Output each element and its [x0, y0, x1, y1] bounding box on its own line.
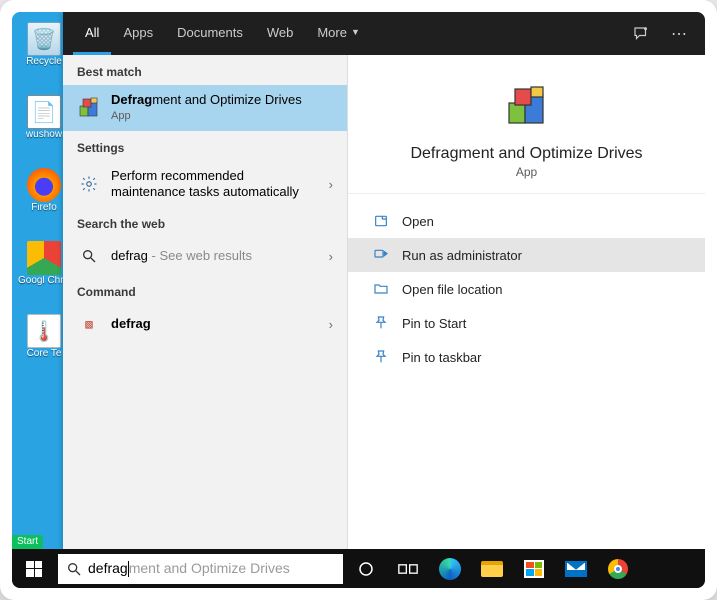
search-icon [77, 244, 101, 268]
taskbar-app-chrome[interactable] [597, 549, 639, 588]
more-options-icon[interactable]: ⋯ [663, 12, 695, 55]
folder-icon [372, 280, 390, 298]
taskbar-app-edge[interactable] [429, 549, 471, 588]
chevron-right-icon: › [329, 249, 333, 264]
defrag-icon-large [503, 83, 551, 131]
action-open-file-location[interactable]: Open file location [348, 272, 705, 306]
defrag-icon [77, 96, 101, 120]
taskbar-task-view[interactable] [387, 549, 429, 588]
search-filter-tabs: All Apps Documents Web More▼ ⋯ [63, 12, 705, 55]
search-input[interactable]: defragment and Optimize Drives [88, 560, 335, 577]
start-button[interactable] [12, 549, 56, 588]
tab-web[interactable]: Web [255, 12, 306, 55]
result-command-defrag[interactable]: ▧ defrag › [63, 305, 347, 343]
taskbar: defragment and Optimize Drives [12, 549, 705, 588]
tab-documents[interactable]: Documents [165, 12, 255, 55]
result-settings-maintenance[interactable]: Perform recommended maintenance tasks au… [63, 161, 347, 207]
admin-shield-icon [372, 246, 390, 264]
taskbar-app-mail[interactable] [555, 549, 597, 588]
run-command-icon: ▧ [77, 312, 101, 336]
open-icon [372, 212, 390, 230]
action-pin-to-taskbar[interactable]: Pin to taskbar [348, 340, 705, 374]
section-header-best-match: Best match [63, 55, 347, 85]
taskbar-app-store[interactable] [513, 549, 555, 588]
section-header-web: Search the web [63, 207, 347, 237]
firefox-icon [27, 168, 61, 202]
result-preview-pane: Defragment and Optimize Drives App Open … [347, 12, 705, 549]
results-list: Best match Defragment and Optimize Drive… [63, 12, 347, 549]
chrome-icon [27, 241, 61, 275]
preview-title: Defragment and Optimize Drives [410, 145, 642, 163]
action-run-as-admin[interactable]: Run as administrator [348, 238, 705, 272]
feedback-icon[interactable] [625, 12, 657, 55]
action-pin-to-start[interactable]: Pin to Start [348, 306, 705, 340]
result-best-match[interactable]: Defragment and Optimize Drives App [63, 85, 347, 131]
taskbar-search-box[interactable]: defragment and Optimize Drives [58, 554, 343, 584]
tab-apps[interactable]: Apps [111, 12, 165, 55]
taskbar-cortana[interactable] [345, 549, 387, 588]
file-icon: 📄 [27, 95, 61, 129]
taskbar-app-explorer[interactable] [471, 549, 513, 588]
search-icon [66, 561, 82, 577]
section-header-command: Command [63, 275, 347, 305]
chevron-down-icon: ▼ [351, 27, 360, 37]
result-web-search[interactable]: defrag - See web results › [63, 237, 347, 275]
tab-more[interactable]: More▼ [305, 12, 372, 55]
recycle-bin-icon: 🗑️ [27, 22, 61, 56]
pin-icon [372, 348, 390, 366]
preview-subtitle: App [516, 165, 537, 179]
tab-all[interactable]: All [73, 12, 111, 55]
section-header-settings: Settings [63, 131, 347, 161]
chevron-right-icon: › [329, 177, 333, 192]
start-search-panel: Best match Defragment and Optimize Drive… [63, 12, 705, 549]
pin-icon [372, 314, 390, 332]
coretemp-icon: 🌡️ [27, 314, 61, 348]
action-open[interactable]: Open [348, 204, 705, 238]
start-tooltip: Start [12, 535, 43, 549]
windows-logo-icon [26, 561, 42, 577]
settings-icon [77, 172, 101, 196]
chevron-right-icon: › [329, 317, 333, 332]
